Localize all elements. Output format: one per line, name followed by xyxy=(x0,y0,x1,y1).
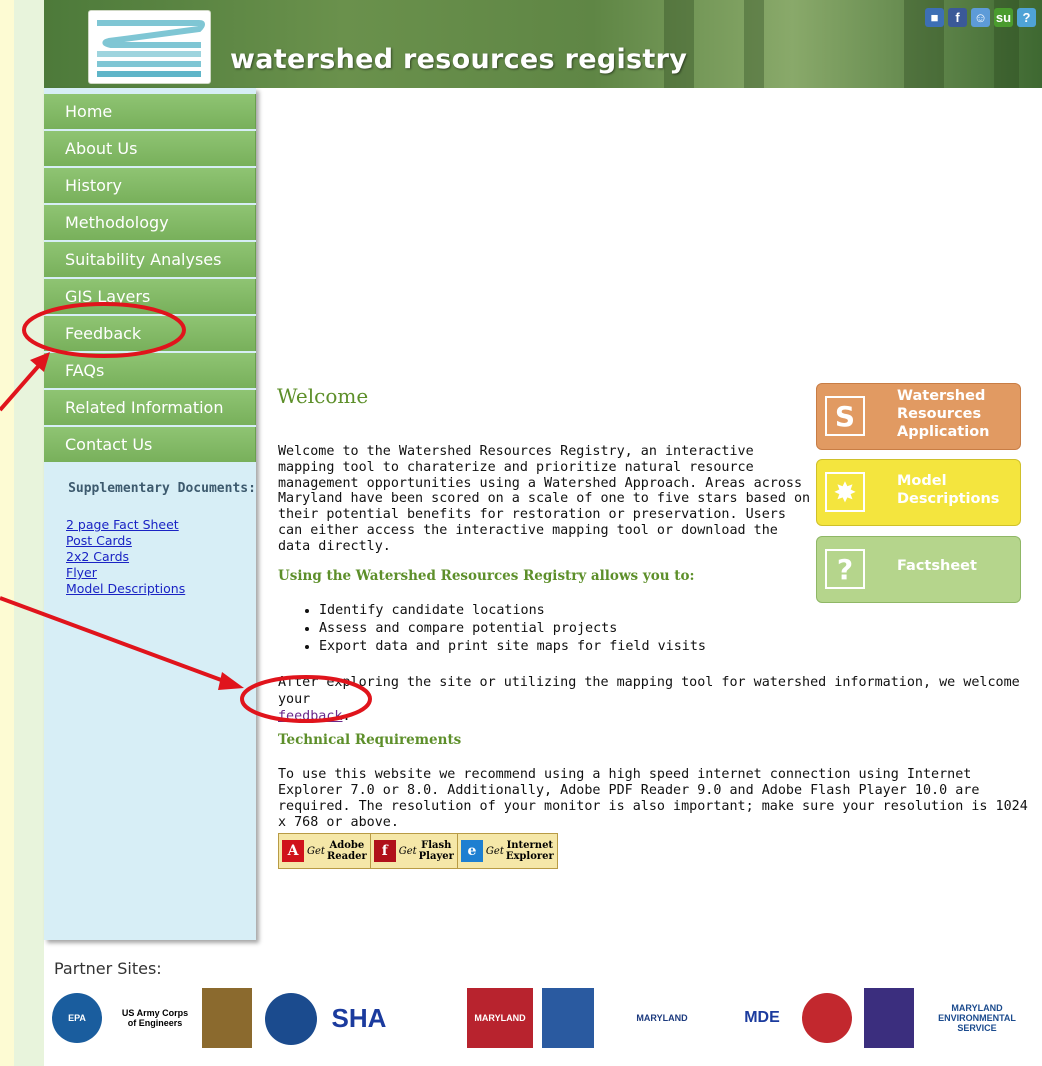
app-button-label: Model Descriptions xyxy=(897,472,999,508)
product-line-2: Player xyxy=(418,851,454,862)
product-label: Internet Explorer xyxy=(506,840,554,862)
adobe-icon: A xyxy=(282,840,304,862)
prince-georges-logo[interactable] xyxy=(864,988,914,1048)
feature-item: Assess and compare potential projects xyxy=(319,620,706,638)
dot-logo[interactable] xyxy=(265,993,317,1045)
nav-item-gis-layers[interactable]: GIS Layers xyxy=(44,279,256,314)
flash-icon: f xyxy=(373,840,396,862)
supplementary-link[interactable]: Model Descriptions xyxy=(66,581,256,597)
get-label: Get xyxy=(398,845,417,857)
feedback-text: After exploring the site or utilizing th… xyxy=(278,675,1020,707)
app-button-label-line: Factsheet xyxy=(897,558,977,574)
nav-item-related-information[interactable]: Related Information xyxy=(44,390,256,425)
nav-item-about-us[interactable]: About Us xyxy=(44,131,256,166)
product-line-1: Flash xyxy=(421,840,452,851)
help-icon[interactable]: ? xyxy=(1017,8,1036,27)
social-icons: ■ f ☺ su? xyxy=(925,8,1036,27)
sidebar: Home About Us History Methodology Suitabilit… xyxy=(44,88,256,940)
s-curve-icon: S xyxy=(825,396,865,436)
partner-logos: EPA US Army Corps of Engineers SHA MARYLAND… xyxy=(52,988,1042,1058)
product-label: Flash Player xyxy=(419,840,454,862)
get-label: Get xyxy=(307,845,325,857)
water-logo-icon xyxy=(97,20,205,77)
site-title[interactable]: watershed resources registry xyxy=(230,44,687,75)
using-heading: Using the Watershed Resources Registry a… xyxy=(278,568,695,584)
factsheet-button[interactable]: ? Factsheet xyxy=(816,536,1021,603)
reddit-icon[interactable]: ☺ xyxy=(971,8,990,27)
epa-logo[interactable]: EPA xyxy=(52,993,102,1043)
star-icon: ✸ xyxy=(825,472,865,512)
nav-item-feedback[interactable]: Feedback xyxy=(44,316,256,351)
supplementary-title: Supplementary Documents: xyxy=(68,481,256,496)
sha-logo[interactable]: SHA xyxy=(328,988,390,1048)
maryland-dnr-logo[interactable]: MARYLAND xyxy=(607,988,717,1048)
left-margin xyxy=(0,0,14,1066)
maryland-seal-logo[interactable] xyxy=(802,993,852,1043)
nav-item-history[interactable]: History xyxy=(44,168,256,203)
get-label: Get xyxy=(485,845,504,857)
product-line-2: Explorer xyxy=(505,851,554,862)
main-nav: Home About Us History Methodology Suitabilit… xyxy=(44,94,256,462)
facebook-icon[interactable]: f xyxy=(948,8,967,27)
feedback-paragraph: After exploring the site or utilizing th… xyxy=(278,674,1038,725)
supplementary-links: 2 page Fact Sheet Post Cards 2x2 Cards Flye… xyxy=(44,517,256,597)
partner-title: Partner Sites: xyxy=(54,959,162,978)
watershed-resources-application-button[interactable]: S Watershed Resources Application xyxy=(816,383,1021,450)
app-button-label-line: Application xyxy=(897,424,990,440)
app-button-label-line: Descriptions xyxy=(897,491,1000,507)
fish-wildlife-logo[interactable] xyxy=(202,988,252,1048)
supplementary-link[interactable]: 2 page Fact Sheet xyxy=(66,517,256,533)
supplementary-link[interactable]: Flyer xyxy=(66,565,256,581)
get-internet-button[interactable]: e Get Internet Explorer xyxy=(458,834,557,868)
get-software-buttons: A Get Adobe Reader f Get Flash Player e Get Intern… xyxy=(278,833,558,869)
nav-item-suitability-analyses[interactable]: Suitability Analyses xyxy=(44,242,256,277)
app-button-label-line: Resources xyxy=(897,406,982,422)
nav-item-faqs[interactable]: FAQs xyxy=(44,353,256,388)
app-button-label: Factsheet xyxy=(897,557,977,575)
stumbleupon-icon[interactable]: su xyxy=(994,8,1013,27)
app-button-label-line: Model xyxy=(897,473,947,489)
page: watershed resources registry ■ f ☺ su? Home… xyxy=(44,0,1042,1066)
maryland-env-service-logo[interactable]: MARYLAND ENVIRONMENTAL SERVICE xyxy=(927,988,1027,1048)
model-descriptions-button[interactable]: ✸ Model Descriptions xyxy=(816,459,1021,526)
tech-paragraph: To use this website we recommend using a… xyxy=(278,767,1028,830)
product-line-1: Internet xyxy=(506,840,554,851)
maryland-dot-logo[interactable]: MARYLAND xyxy=(467,988,533,1048)
feature-list: Identify candidate locationsAssess and c… xyxy=(299,602,706,656)
product-line-1: Adobe xyxy=(329,840,365,851)
tech-heading: Technical Requirements xyxy=(278,732,462,748)
mde-logo[interactable]: MDE xyxy=(732,988,792,1048)
app-button-label: Watershed Resources Application xyxy=(897,387,990,441)
supplementary-documents: Supplementary Documents: 2 page Fact She… xyxy=(44,480,256,597)
feedback-period: . xyxy=(342,709,351,724)
app-button-label-line: Watershed xyxy=(897,388,986,404)
internet-icon: e xyxy=(460,840,483,862)
supplementary-link[interactable]: Post Cards xyxy=(66,533,256,549)
feature-item: Identify candidate locations xyxy=(319,602,706,620)
get-adobe-button[interactable]: A Get Adobe Reader xyxy=(279,834,371,868)
nav-item-methodology[interactable]: Methodology xyxy=(44,205,256,240)
delicious-icon[interactable]: ■ xyxy=(925,8,944,27)
feedback-link[interactable]: feedback xyxy=(278,709,343,724)
page-title: Welcome xyxy=(277,384,369,408)
feature-item: Export data and print site maps for fiel… xyxy=(319,638,706,656)
nav-item-home[interactable]: Home xyxy=(44,94,256,129)
nav-item-contact-us[interactable]: Contact Us xyxy=(44,427,256,462)
get-flash-button[interactable]: f Get Flash Player xyxy=(371,834,458,868)
site-logo[interactable] xyxy=(88,10,211,84)
us-army-corps-logo[interactable]: US Army Corps of Engineers xyxy=(119,988,191,1048)
left-border xyxy=(14,0,44,1066)
supplementary-link[interactable]: 2x2 Cards xyxy=(66,549,256,565)
intro-paragraph: Welcome to the Watershed Resources Regis… xyxy=(278,444,811,554)
product-line-2: Reader xyxy=(326,851,367,862)
question-icon: ? xyxy=(825,549,865,589)
site-header: watershed resources registry ■ f ☺ su? xyxy=(44,0,1042,88)
product-label: Adobe Reader xyxy=(327,840,367,862)
green-logo[interactable] xyxy=(397,988,459,1048)
state-seal-logo[interactable] xyxy=(542,988,594,1048)
